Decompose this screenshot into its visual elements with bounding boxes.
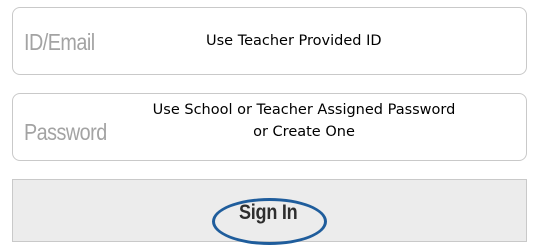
sign-in-button[interactable]: Sign In — [12, 179, 527, 242]
sign-in-label: Sign In — [239, 201, 298, 224]
id-email-placeholder: ID/Email — [24, 29, 95, 55]
password-annotation-line-1: Use School or Teacher Assigned Password — [152, 102, 456, 118]
password-annotation-line-2: or Create One — [253, 124, 355, 140]
password-field-annotation: Use School or Teacher Assigned Password … — [146, 99, 462, 143]
id-field-annotation: Use Teacher Provided ID — [206, 33, 382, 49]
password-placeholder: Password — [24, 119, 107, 145]
